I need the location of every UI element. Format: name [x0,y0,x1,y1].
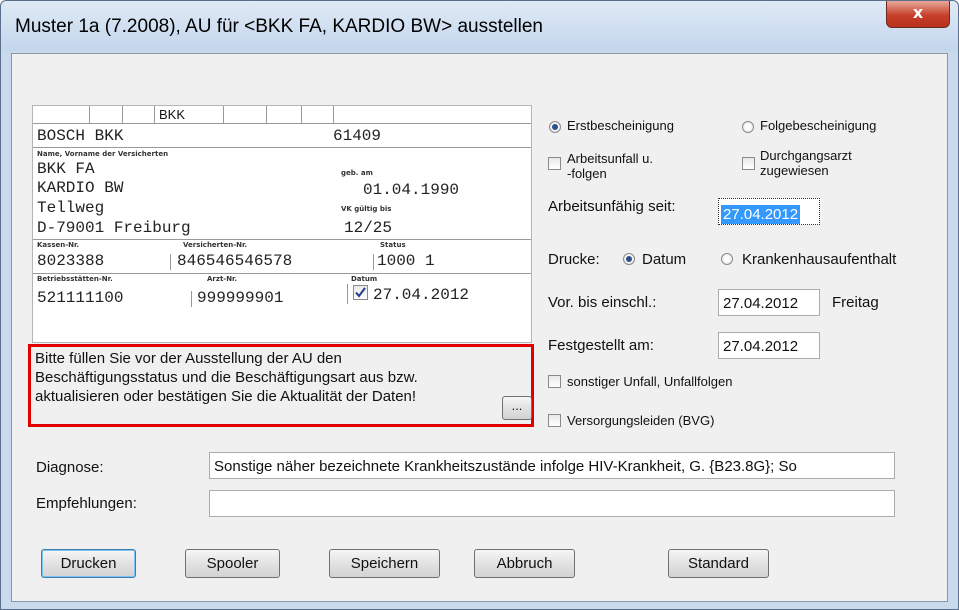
notice-line: aktualisieren oder bestätigen Sie die Ak… [35,388,417,405]
card-divider [301,106,302,123]
card-header-cell: BKK [159,107,186,122]
versorgungsleiden-checkbox[interactable] [548,414,561,427]
drucke-label: Drucke: [548,251,600,268]
card-divider [266,106,267,123]
empfehlungen-label: Empfehlungen: [36,495,137,512]
kassen-nr-label: Kassen-Nr. [37,241,80,249]
drucke-datum-radio[interactable] [623,253,635,265]
abbruch-button[interactable]: Abbruch [474,549,575,578]
datum-label: Datum [351,275,378,283]
notice-text: Bitte füllen Sie vor der Ausstellung der… [35,349,418,406]
card-divider [333,106,334,123]
dialog-body: BKK BOSCH BKK 61409 Name, Vorname der Ve… [11,53,948,602]
spooler-button[interactable]: Spooler [185,549,280,578]
festgestellt-label: Festgestellt am: [548,337,654,354]
card-divider [223,106,224,123]
name-first: KARDIO BW [37,179,124,197]
durchgangsarzt-line: zugewiesen [760,163,829,178]
notice-more-button[interactable]: ... [502,396,532,420]
card-divider [122,106,123,123]
vk-label: VK gültig bis [341,205,392,213]
title-bar: Muster 1a (7.2008), AU für <BKK FA, KARD… [1,1,958,51]
erstbescheinigung-label: Erstbescheinigung [567,118,674,133]
close-icon: x [912,3,924,22]
versorgungsleiden-label: Versorgungsleiden (BVG) [567,413,715,428]
checkmark-icon [355,287,366,298]
status-value: 1000 1 [377,252,435,270]
empfehlungen-field[interactable] [209,490,895,517]
erstbescheinigung-radio[interactable] [549,121,561,133]
arzt-nr-label: Arzt-Nr. [207,275,238,283]
card-divider [33,239,531,240]
durchgangsarzt-label: Durchgangsarzt zugewiesen [760,148,852,178]
standard-button[interactable]: Standard [668,549,769,578]
notice-line: Bitte füllen Sie vor der Ausstellung der… [35,350,342,367]
arbeitsunfall-line: -folgen [567,166,607,181]
geb-value: 01.04.1990 [363,181,460,199]
card-divider [373,254,374,270]
card-divider [33,147,531,148]
city: D-79001 Freiburg [37,219,191,237]
sonstiger-unfall-label: sonstiger Unfall, Unfallfolgen [567,374,733,389]
card-divider [191,291,192,307]
street: Tellweg [37,199,105,217]
card-divider [170,254,171,270]
durchgangsarzt-line: Durchgangsarzt [760,148,852,163]
betriebsstaetten-nr: 521111100 [37,289,124,307]
card-divider [347,284,348,304]
window-title: Muster 1a (7.2008), AU für <BKK FA, KARD… [15,16,544,37]
au-seit-value: 27.04.2012 [721,205,801,224]
kasse-name: BOSCH BKK [37,127,124,145]
sonstiger-unfall-checkbox[interactable] [548,375,561,388]
speichern-button[interactable]: Speichern [329,549,440,578]
vor-bis-weekday: Freitag [832,294,879,311]
insurance-card: BKK BOSCH BKK 61409 Name, Vorname der Ve… [32,105,532,343]
close-button[interactable]: x [886,1,950,28]
arbeitsunfall-label: Arbeitsunfall u. -folgen [567,151,653,181]
vor-bis-field[interactable]: 27.04.2012 [718,289,820,316]
datum-value: 27.04.2012 [373,286,470,304]
au-seit-field[interactable]: 27.04.2012 [718,198,820,225]
card-divider [89,106,90,123]
au-seit-label: Arbeitsunfähig seit: [548,198,676,215]
card-divider [33,273,531,274]
versicherten-nr: 846546546578 [177,252,293,270]
notice-line: Beschäftigungsstatus und die Beschäftigu… [35,369,418,386]
folgebescheinigung-label: Folgebescheinigung [760,118,877,133]
arzt-nr: 999999901 [197,289,284,307]
diagnose-field[interactable]: Sonstige näher bezeichnete Krankheitszus… [209,452,895,479]
festgestellt-field[interactable]: 27.04.2012 [718,332,820,359]
card-divider [154,106,155,123]
betriebsstaetten-label: Betriebsstätten-Nr. [37,275,113,283]
vk-value: 12/25 [344,219,393,237]
kassen-nr: 8023388 [37,252,105,270]
dialog-window: Muster 1a (7.2008), AU für <BKK FA, KARD… [0,0,959,610]
status-label: Status [380,241,406,249]
datum-checkbox[interactable] [353,285,368,300]
vor-bis-label: Vor. bis einschl.: [548,294,657,311]
drucke-datum-label: Datum [642,251,687,268]
drucken-button[interactable]: Drucken [41,549,136,578]
name-label: Name, Vorname der Versicherten [37,150,169,158]
arbeitsunfall-line: Arbeitsunfall u. [567,151,653,166]
card-divider [33,123,531,124]
kasse-code: 61409 [333,127,382,145]
durchgangsarzt-checkbox[interactable] [742,157,755,170]
geb-label: geb. am [341,169,373,177]
versicherten-nr-label: Versicherten-Nr. [183,241,248,249]
name-last: BKK FA [37,160,95,178]
drucke-krankenhaus-label: Krankenhausaufenthalt [742,251,897,268]
arbeitsunfall-checkbox[interactable] [548,157,561,170]
diagnose-label: Diagnose: [36,459,104,476]
notice-box: Bitte füllen Sie vor der Ausstellung der… [28,344,534,427]
folgebescheinigung-radio[interactable] [742,121,754,133]
drucke-krankenhaus-radio[interactable] [721,253,733,265]
